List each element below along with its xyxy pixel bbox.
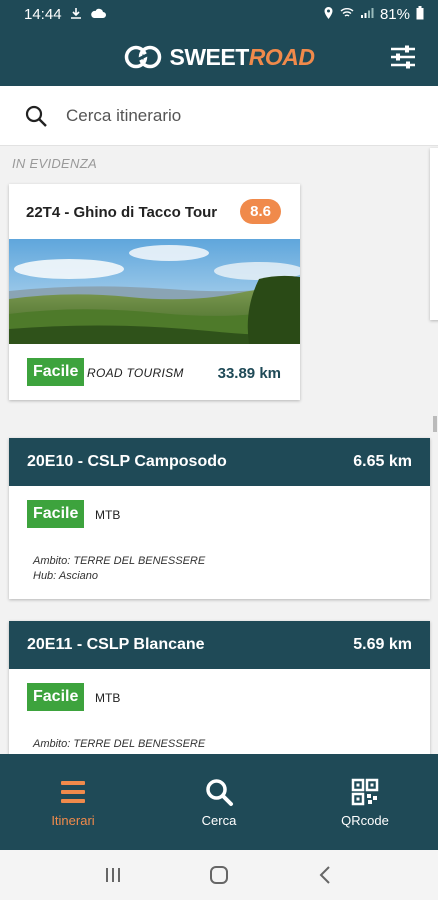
back-button[interactable] (310, 860, 340, 890)
route-type: ROAD TOURISM (87, 366, 184, 380)
filter-button[interactable] (388, 42, 418, 72)
app-header: SWEETROAD (0, 28, 438, 86)
wifi-icon (340, 7, 354, 21)
next-featured-card[interactable] (430, 148, 438, 320)
system-navigation (0, 850, 438, 900)
route-meta: Ambito: TERRE DEL BENESSERE Hub: Asciano (33, 554, 205, 584)
search-bar (0, 86, 438, 146)
rating-badge: 8.6 (240, 199, 281, 224)
route-hub: Hub: Asciano (33, 570, 99, 582)
status-time: 14:44 (24, 5, 62, 23)
difficulty-badge: Facile (27, 500, 85, 528)
sweetroad-logo: SWEETROAD (123, 43, 315, 71)
status-bar: 14:44 81% (0, 0, 438, 28)
bottom-navigation: Itinerari Cerca QRcode (0, 754, 438, 850)
signal-icon (360, 7, 374, 21)
featured-title: 22T4 - Ghino di Tacco Tour (26, 204, 218, 221)
logo-text-main: SWEET (169, 43, 249, 70)
search-icon (25, 105, 47, 127)
section-label-featured: IN EVIDENZA (12, 156, 97, 171)
location-icon (323, 6, 334, 22)
app-screen: 14:44 81% SWEETROAD Cerca itinerario IN … (0, 0, 438, 900)
route-ambito: Ambito: TERRE DEL BENESSERE (33, 555, 206, 567)
route-header: 20E11 - CSLP Blancane 5.69 km (9, 621, 430, 669)
battery-percent: 81% (379, 5, 410, 23)
route-type: MTB (95, 691, 121, 705)
home-button[interactable] (204, 860, 234, 890)
nav-label: QRcode (341, 812, 389, 828)
sliders-icon (391, 45, 415, 69)
logo-mark-icon (125, 45, 162, 69)
itinerary-list: IN EVIDENZA 22T4 - Ghino di Tacco Tour 8… (0, 146, 438, 754)
route-distance: 33.89 km (217, 365, 281, 382)
back-icon (319, 866, 330, 884)
route-distance: 5.69 km (353, 636, 412, 653)
route-title: 20E10 - CSLP Camposodo (27, 453, 227, 470)
recent-apps-icon (106, 868, 120, 882)
download-icon (70, 7, 82, 22)
home-icon (210, 866, 228, 884)
route-header: 20E10 - CSLP Camposodo 6.65 km (9, 438, 430, 486)
search-input[interactable] (66, 105, 406, 126)
route-title: 20E11 - CSLP Blancane (27, 636, 205, 653)
qrcode-icon (351, 778, 379, 805)
nav-item-cerca[interactable]: Cerca (146, 754, 292, 850)
difficulty-badge: Facile (27, 358, 85, 386)
route-card[interactable]: 20E10 - CSLP Camposodo 6.65 km Facile MT… (9, 438, 430, 599)
nav-label: Itinerari (51, 812, 95, 828)
nav-item-qrcode[interactable]: QRcode (292, 754, 438, 850)
nav-item-itinerari[interactable]: Itinerari (0, 754, 146, 850)
cloud-icon (90, 8, 106, 21)
route-distance: 6.65 km (353, 453, 412, 470)
route-body: Facile MTB Ambito: TERRE DEL BENESSERE H… (9, 486, 430, 599)
route-card[interactable]: 20E11 - CSLP Blancane 5.69 km Facile MTB… (9, 621, 430, 754)
list-icon (61, 780, 85, 803)
recent-apps-button[interactable] (98, 860, 128, 890)
route-ambito: Ambito: TERRE DEL BENESSERE (33, 738, 206, 750)
featured-image (9, 239, 300, 344)
battery-icon (416, 6, 424, 22)
route-meta: Ambito: TERRE DEL BENESSERE (33, 737, 205, 752)
route-body: Facile MTB Ambito: TERRE DEL BENESSERE (9, 669, 430, 754)
search-icon (206, 778, 233, 806)
route-type: MTB (95, 508, 121, 522)
scrollbar-thumb[interactable] (433, 416, 437, 432)
nav-label: Cerca (201, 812, 237, 828)
featured-card[interactable]: 22T4 - Ghino di Tacco Tour 8.6 Facile RO… (9, 184, 300, 400)
difficulty-badge: Facile (27, 683, 85, 711)
logo-text-accent: ROAD (248, 43, 315, 70)
